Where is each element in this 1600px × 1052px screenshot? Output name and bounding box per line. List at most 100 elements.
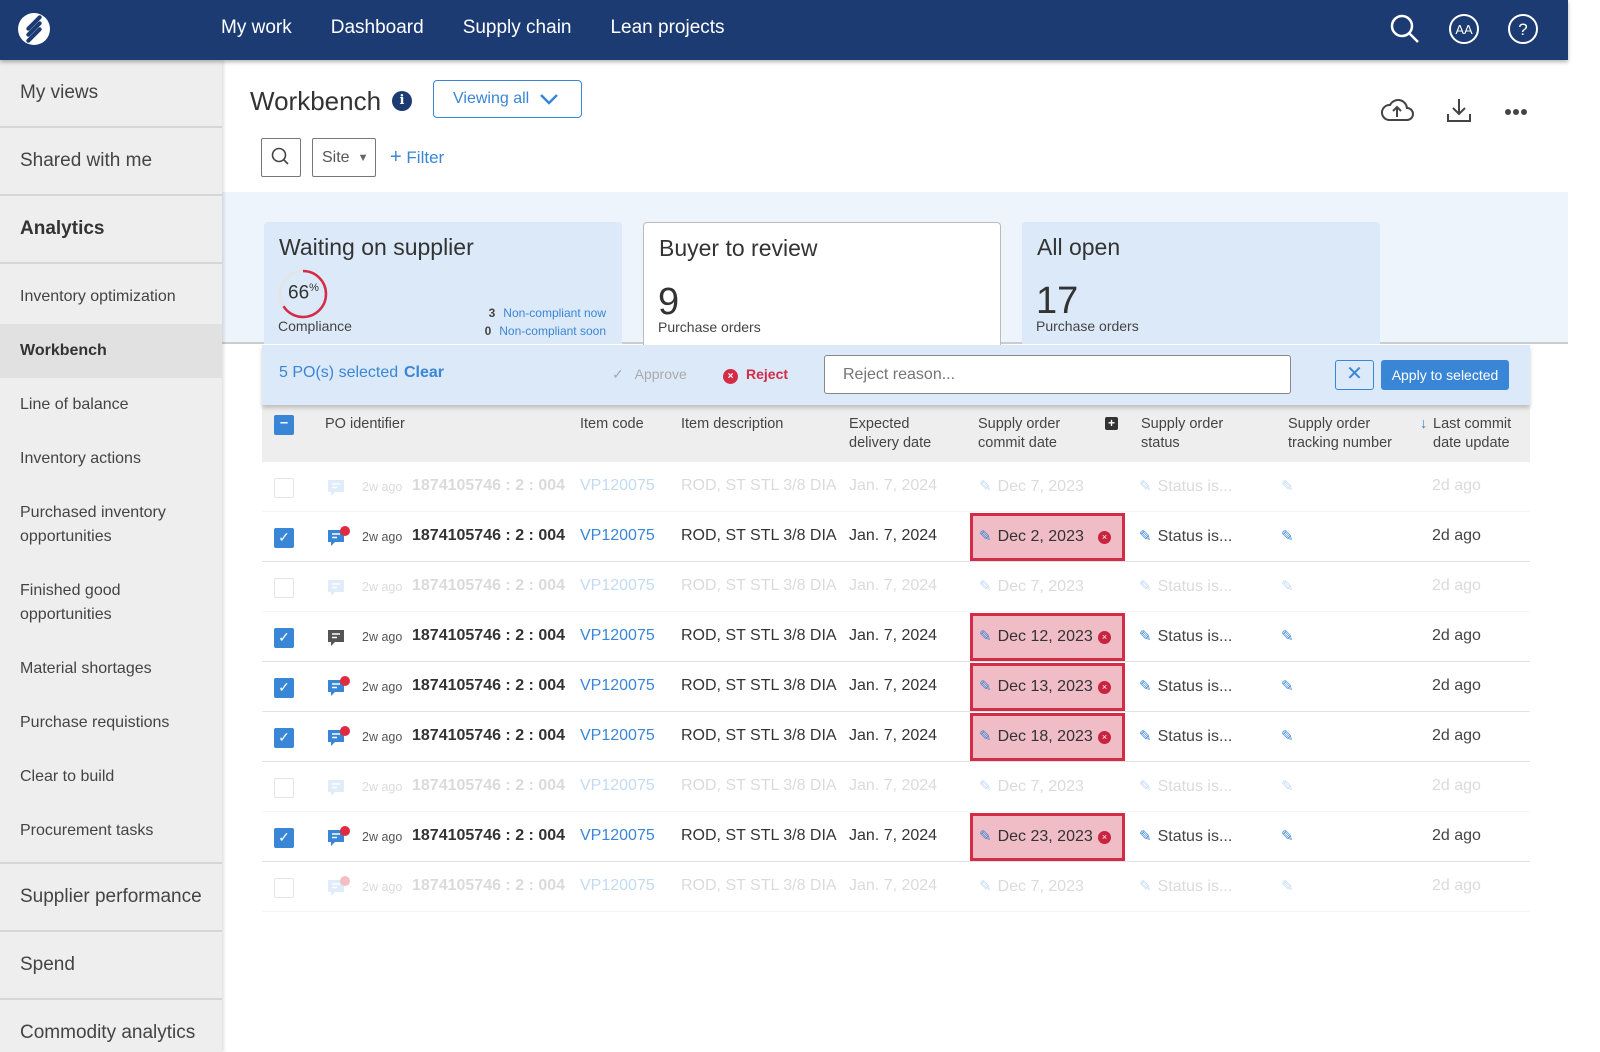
help-icon[interactable]: ? bbox=[1507, 13, 1539, 45]
row-checkbox[interactable]: ✓ bbox=[274, 728, 294, 748]
commit-date-cell[interactable]: ✎ Dec 13, 2023 × bbox=[970, 663, 1125, 711]
nav-my-work[interactable]: My work bbox=[221, 17, 292, 39]
sidebar-item-workbench[interactable]: Workbench bbox=[0, 324, 222, 378]
clear-selection-button[interactable]: Clear bbox=[404, 364, 444, 382]
edit-tracking-pencil-icon[interactable]: ✎ bbox=[1281, 627, 1294, 645]
edit-pencil-icon[interactable]: ✎ bbox=[979, 577, 992, 595]
comment-icon[interactable] bbox=[326, 476, 350, 500]
col-supply-order-status[interactable]: Supply order status bbox=[1141, 415, 1241, 453]
row-checkbox[interactable]: ✓ bbox=[274, 678, 294, 698]
sidebar-item-purchase-requisitions[interactable]: Purchase requistions bbox=[0, 696, 222, 750]
sidebar-section-analytics[interactable]: Analytics bbox=[0, 196, 222, 264]
item-code-link[interactable]: VP120075 bbox=[580, 827, 655, 845]
sidebar-item-procurement-tasks[interactable]: Procurement tasks bbox=[0, 804, 222, 858]
edit-pencil-icon[interactable]: ✎ bbox=[979, 827, 992, 845]
edit-pencil-icon[interactable]: ✎ bbox=[1139, 627, 1152, 645]
commit-date-cell[interactable]: ✎ Dec 12, 2023 × bbox=[970, 613, 1125, 661]
error-circle-icon[interactable]: × bbox=[1098, 731, 1111, 744]
edit-tracking-pencil-icon[interactable]: ✎ bbox=[1281, 877, 1294, 895]
select-all-checkbox[interactable]: – bbox=[274, 415, 294, 435]
row-checkbox[interactable] bbox=[274, 478, 294, 498]
sidebar-item-finished-good-opportunities[interactable]: Finished good opportunities bbox=[0, 564, 140, 642]
commit-date-cell[interactable]: ✎ Dec 7, 2023 bbox=[970, 863, 1125, 911]
comment-icon[interactable] bbox=[326, 676, 350, 700]
table-row[interactable]: ✓ 2w ago 1874105746 : 2 : 004 VP120075 R… bbox=[262, 712, 1530, 762]
table-row[interactable]: ✓ 2w ago 1874105746 : 2 : 004 VP120075 R… bbox=[262, 612, 1530, 662]
sidebar-item-shared-with-me[interactable]: Shared with me bbox=[0, 128, 222, 196]
col-last-commit-date-update[interactable]: Last commit date update bbox=[1433, 415, 1528, 453]
edit-pencil-icon[interactable]: ✎ bbox=[1139, 527, 1152, 545]
non-compliant-now-link[interactable]: Non-compliant now bbox=[503, 306, 606, 320]
sidebar-item-clear-to-build[interactable]: Clear to build bbox=[0, 750, 222, 804]
row-checkbox[interactable] bbox=[274, 778, 294, 798]
comment-icon[interactable] bbox=[326, 826, 350, 850]
add-column-icon[interactable]: + bbox=[1105, 417, 1118, 430]
row-checkbox[interactable]: ✓ bbox=[274, 628, 294, 648]
edit-pencil-icon[interactable]: ✎ bbox=[1139, 827, 1152, 845]
edit-pencil-icon[interactable]: ✎ bbox=[979, 777, 992, 795]
col-supply-order-commit-date[interactable]: Supply order commit date bbox=[978, 415, 1078, 453]
reject-button[interactable]: × Reject bbox=[723, 366, 788, 384]
reject-reason-input[interactable] bbox=[824, 355, 1291, 394]
download-icon[interactable] bbox=[1446, 96, 1472, 124]
edit-pencil-icon[interactable]: ✎ bbox=[979, 677, 992, 695]
col-po-identifier[interactable]: PO identifier bbox=[325, 415, 405, 434]
item-code-link[interactable]: VP120075 bbox=[580, 477, 655, 495]
cloud-upload-icon[interactable] bbox=[1380, 96, 1414, 124]
table-row[interactable]: 2w ago 1874105746 : 2 : 004 VP120075 ROD… bbox=[262, 862, 1530, 912]
row-checkbox[interactable] bbox=[274, 878, 294, 898]
comment-icon[interactable] bbox=[326, 626, 350, 650]
approve-button[interactable]: ✓ Approve bbox=[612, 366, 687, 383]
edit-pencil-icon[interactable]: ✎ bbox=[1139, 477, 1152, 495]
nav-lean-projects[interactable]: Lean projects bbox=[610, 17, 724, 39]
commit-date-cell[interactable]: ✎ Dec 18, 2023 × bbox=[970, 713, 1125, 761]
table-row[interactable]: ✓ 2w ago 1874105746 : 2 : 004 VP120075 R… bbox=[262, 812, 1530, 862]
card-waiting-on-supplier[interactable]: Waiting on supplier 66% Compliance 3 Non-… bbox=[264, 222, 622, 344]
viewing-dropdown[interactable]: Viewing all bbox=[433, 80, 582, 118]
error-circle-icon[interactable]: × bbox=[1098, 631, 1111, 644]
comment-icon[interactable] bbox=[326, 726, 350, 750]
edit-tracking-pencil-icon[interactable]: ✎ bbox=[1281, 527, 1294, 545]
col-supply-order-tracking-number[interactable]: Supply order tracking number bbox=[1288, 415, 1408, 453]
item-code-link[interactable]: VP120075 bbox=[580, 877, 655, 895]
edit-pencil-icon[interactable]: ✎ bbox=[1139, 777, 1152, 795]
table-row[interactable]: 2w ago 1874105746 : 2 : 004 VP120075 ROD… bbox=[262, 562, 1530, 612]
row-checkbox[interactable] bbox=[274, 578, 294, 598]
sidebar-item-inventory-actions[interactable]: Inventory actions bbox=[0, 432, 222, 486]
sidebar-item-commodity-analytics[interactable]: Commodity analytics bbox=[0, 1000, 222, 1052]
table-row[interactable]: 2w ago 1874105746 : 2 : 004 VP120075 ROD… bbox=[262, 462, 1530, 512]
sidebar-item-purchased-inventory-opportunities[interactable]: Purchased inventory opportunities bbox=[0, 486, 170, 564]
table-row[interactable]: 2w ago 1874105746 : 2 : 004 VP120075 ROD… bbox=[262, 762, 1530, 812]
error-circle-icon[interactable]: × bbox=[1098, 831, 1111, 844]
edit-pencil-icon[interactable]: ✎ bbox=[979, 727, 992, 745]
row-checkbox[interactable]: ✓ bbox=[274, 828, 294, 848]
site-dropdown[interactable]: Site ▼ bbox=[312, 138, 376, 177]
item-code-link[interactable]: VP120075 bbox=[580, 777, 655, 795]
info-icon[interactable]: i bbox=[392, 91, 412, 111]
edit-pencil-icon[interactable]: ✎ bbox=[979, 477, 992, 495]
comment-icon[interactable] bbox=[326, 876, 350, 900]
edit-tracking-pencil-icon[interactable]: ✎ bbox=[1281, 577, 1294, 595]
commit-date-cell[interactable]: ✎ Dec 23, 2023 × bbox=[970, 813, 1125, 861]
more-options-icon[interactable] bbox=[1504, 108, 1528, 116]
search-icon[interactable] bbox=[1389, 13, 1421, 45]
col-expected-delivery-date[interactable]: Expected delivery date bbox=[849, 415, 949, 453]
edit-pencil-icon[interactable]: ✎ bbox=[1139, 877, 1152, 895]
sidebar-item-line-of-balance[interactable]: Line of balance bbox=[0, 378, 222, 432]
commit-date-cell[interactable]: ✎ Dec 7, 2023 bbox=[970, 463, 1125, 511]
edit-tracking-pencil-icon[interactable]: ✎ bbox=[1281, 727, 1294, 745]
sidebar-item-material-shortages[interactable]: Material shortages bbox=[0, 642, 222, 696]
comment-icon[interactable] bbox=[326, 576, 350, 600]
table-row[interactable]: ✓ 2w ago 1874105746 : 2 : 004 VP120075 R… bbox=[262, 662, 1530, 712]
row-checkbox[interactable]: ✓ bbox=[274, 528, 294, 548]
item-code-link[interactable]: VP120075 bbox=[580, 677, 655, 695]
add-filter-button[interactable]: + Filter bbox=[390, 146, 444, 169]
item-code-link[interactable]: VP120075 bbox=[580, 527, 655, 545]
accessibility-text-icon[interactable]: AA bbox=[1448, 13, 1480, 45]
edit-tracking-pencil-icon[interactable]: ✎ bbox=[1281, 827, 1294, 845]
col-item-description[interactable]: Item description bbox=[681, 415, 783, 434]
error-circle-icon[interactable]: × bbox=[1098, 531, 1111, 544]
error-circle-icon[interactable]: × bbox=[1098, 681, 1111, 694]
item-code-link[interactable]: VP120075 bbox=[580, 627, 655, 645]
sidebar-item-my-views[interactable]: My views bbox=[0, 60, 222, 128]
